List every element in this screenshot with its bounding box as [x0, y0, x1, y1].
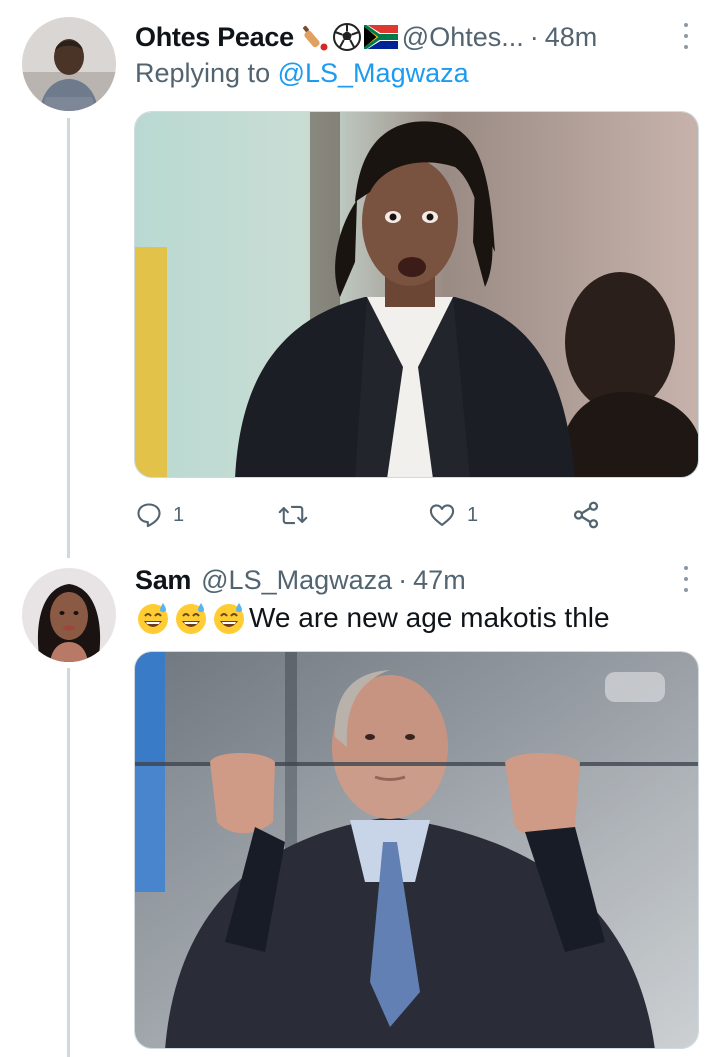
- sweat-smile-emojis: [135, 600, 247, 636]
- timestamp[interactable]: 47m: [413, 565, 466, 596]
- sweat-smile-emoji-icon: [138, 603, 168, 634]
- tweet-2-text: We are new age makotis thle: [135, 600, 610, 636]
- tweet-2-media[interactable]: [134, 651, 699, 1049]
- reply-button[interactable]: 1: [135, 498, 184, 532]
- avatar-tweet-2[interactable]: [22, 568, 116, 662]
- tweet-2-body: We are new age makotis thle: [249, 602, 610, 633]
- tweet-1-media[interactable]: [134, 111, 699, 478]
- heart-icon: [429, 504, 455, 526]
- cricket-bat-icon: [302, 25, 328, 51]
- more-options-icon[interactable]: [680, 21, 692, 51]
- share-icon: [573, 501, 599, 529]
- user-handle[interactable]: @LS_Magwaza: [201, 565, 392, 596]
- reply-count: 1: [173, 503, 185, 526]
- tweet-1-header: Ohtes Peace @Ohtes... · 48m: [135, 17, 692, 57]
- avatar-tweet-1[interactable]: [22, 17, 116, 111]
- like-button[interactable]: 1: [427, 498, 478, 532]
- tweet-2-header: Sam @LS_Magwaza · 47m: [135, 560, 692, 600]
- replying-to-mention[interactable]: @LS_Magwaza: [278, 58, 469, 88]
- thread-line-top: [67, 118, 70, 558]
- retweet-button[interactable]: [278, 498, 318, 532]
- sweat-smile-emoji-icon: [176, 603, 206, 634]
- user-handle[interactable]: @Ohtes...: [402, 22, 524, 53]
- display-name[interactable]: Ohtes Peace: [135, 22, 294, 53]
- replying-to-line: Replying to @LS_Magwaza: [135, 58, 469, 89]
- reply-icon: [137, 503, 161, 528]
- display-name[interactable]: Sam: [135, 565, 191, 596]
- soccer-ball-icon: [332, 23, 361, 51]
- more-options-icon[interactable]: [680, 564, 692, 594]
- like-count: 1: [467, 503, 479, 526]
- timestamp[interactable]: 48m: [545, 22, 598, 53]
- share-button[interactable]: [571, 498, 601, 532]
- tweet-1-actions: 1 1: [135, 498, 615, 532]
- south-africa-flag-icon: [363, 25, 398, 49]
- sweat-smile-emoji-icon: [214, 603, 244, 634]
- thread-line-bottom: [67, 668, 70, 1057]
- separator-dot: ·: [529, 21, 539, 52]
- name-emojis: [300, 22, 398, 52]
- retweet-icon: [278, 505, 308, 525]
- separator-dot: ·: [398, 564, 408, 595]
- replying-to-label: Replying to: [135, 58, 271, 88]
